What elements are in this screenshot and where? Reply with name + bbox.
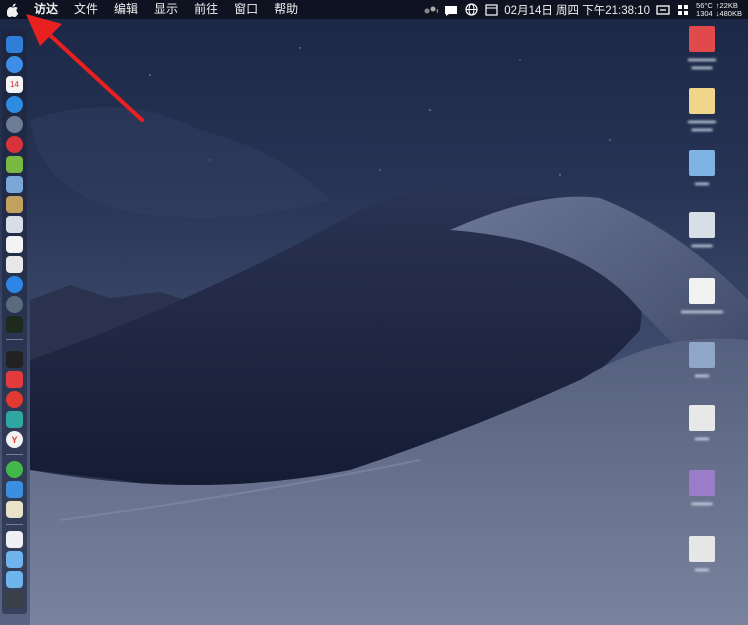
desktop-item-label: ▬▬▬▬ ▬▬▬ [688,118,716,133]
globe-icon[interactable] [464,3,478,17]
dots-icon[interactable] [424,3,439,17]
netease-music-icon[interactable] [6,391,23,408]
desktop-item-icon [689,405,715,431]
desktop-item[interactable]: ▬▬▬▬▬▬ [674,278,730,316]
download-speed: ↓480KB [715,8,742,18]
chat-app-icon[interactable] [6,411,23,428]
utility-icon[interactable] [6,216,23,233]
calendar-icon[interactable] [484,3,498,17]
desktop-item-label: ▬▬▬▬▬▬ [681,308,723,315]
desktop-item-label: ▬▬ [695,180,709,187]
trash-icon[interactable] [6,591,23,608]
desktop-item-icon [689,536,715,562]
notes-app-icon[interactable] [6,196,23,213]
desktop-item-label: ▬▬ [695,566,709,573]
desktop-item-label: ▬▬ [695,435,709,442]
menu-bar: 访达 文件 编辑 显示 前往 窗口 帮助 02月14日 周四 下午21:38:1… [0,0,748,19]
notification-icon[interactable] [444,3,458,17]
system-monitor[interactable]: 56°C ↑22KB 1304 ↓480KB [696,1,742,18]
desktop-item[interactable]: ▬▬▬▬ ▬▬▬ [674,88,730,134]
menu-edit[interactable]: 编辑 [106,0,146,19]
desktop-item[interactable]: ▬▬ [674,150,730,188]
stat-value: 1304 [696,8,713,18]
android-icon[interactable] [6,156,23,173]
app-store-icon[interactable] [6,276,23,293]
safari-globe-icon[interactable] [6,56,23,73]
preview-icon[interactable] [6,176,23,193]
system-preferences-icon[interactable] [6,296,23,313]
desktop-item[interactable]: ▬▬▬ [674,212,730,250]
wechat-icon[interactable] [6,461,23,478]
status-area: 02月14日 周四 下午21:38:10 56°C ↑22KB 1304 ↓48… [424,1,748,18]
list-app-icon[interactable] [6,256,23,273]
yandex-icon[interactable]: Y [6,431,23,448]
grid-app-icon[interactable] [676,3,690,17]
desktop-item-icon [689,150,715,176]
desktop-item-label: ▬▬▬ [691,500,713,507]
desktop-item-icon [689,342,715,368]
desktop-item-label: ▬▬ [695,372,709,379]
dock: 14 Y [2,29,27,614]
desktop-item-icon [689,26,715,52]
apple-menu-button[interactable] [0,3,26,17]
desktop-item[interactable]: ▬▬▬▬ ▬▬▬ [674,26,730,72]
desktop-item[interactable]: ▬▬ [674,405,730,443]
desktop-item-icon [689,88,715,114]
menu-view[interactable]: 显示 [146,0,186,19]
desktop-item-icon [689,212,715,238]
dock-separator [6,454,23,455]
terminal-icon[interactable] [6,351,23,368]
safari-icon[interactable] [6,96,23,113]
menu-help[interactable]: 帮助 [266,0,306,19]
launchpad-icon[interactable] [6,116,23,133]
downloads-folder-icon[interactable] [6,571,23,588]
desktop-item-label: ▬▬▬ [691,242,713,249]
apple-icon [7,3,19,17]
input-method-icon[interactable] [656,3,670,17]
menu-go[interactable]: 前往 [186,0,226,19]
dock-separator [6,339,23,340]
desktop-item[interactable]: ▬▬ [674,536,730,574]
finder-icon[interactable] [6,36,23,53]
screen-app-icon[interactable] [6,481,23,498]
menu-finder[interactable]: 访达 [26,0,66,19]
desktop-wallpaper [0,0,748,625]
file-icon[interactable] [6,531,23,548]
folder-icon[interactable] [6,551,23,568]
desktop-item-icon [689,278,715,304]
vivaldi-icon[interactable] [6,371,23,388]
desktop-item-label: ▬▬▬▬ ▬▬▬ [688,56,716,71]
app-red-icon[interactable] [6,136,23,153]
dock-separator [6,524,23,525]
textedit-icon[interactable] [6,236,23,253]
activity-monitor-icon[interactable] [6,316,23,333]
date-time[interactable]: 02月14日 周四 下午21:38:10 [504,2,650,18]
menu-window[interactable]: 窗口 [226,0,266,19]
menu-file[interactable]: 文件 [66,0,106,19]
desktop-item[interactable]: ▬▬▬ [674,470,730,508]
document-app-icon[interactable] [6,501,23,518]
calendar-app-icon[interactable]: 14 [6,76,23,93]
desktop-item-icon [689,470,715,496]
desktop-item[interactable]: ▬▬ [674,342,730,380]
